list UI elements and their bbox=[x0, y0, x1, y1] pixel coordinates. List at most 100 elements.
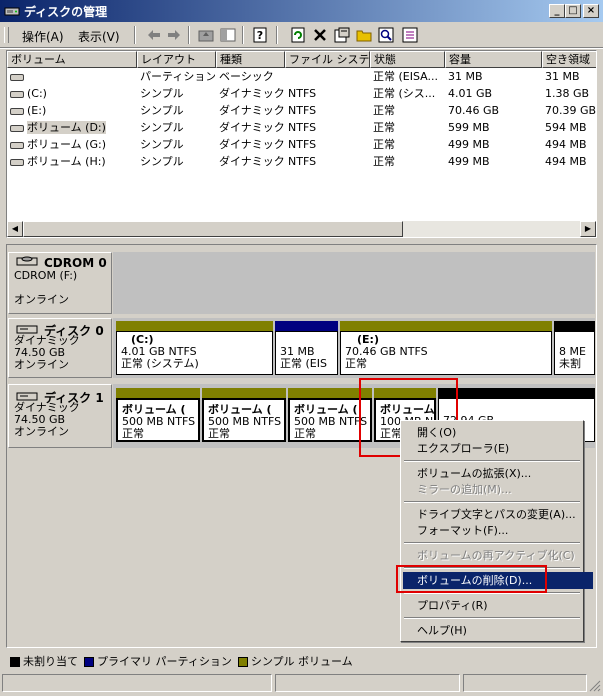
table-row[interactable]: パーティション ベーシック 正常 (EISA... 31 MB 31 MB bbox=[7, 68, 596, 85]
legend-primary: プライマリ パーティション bbox=[84, 653, 232, 669]
volume-type: ダイナミック bbox=[219, 87, 284, 100]
disk-management-icon bbox=[4, 7, 20, 16]
show-hide-console-button[interactable] bbox=[218, 26, 238, 44]
menu-item-properties[interactable]: プロパティ(R) bbox=[417, 597, 488, 614]
volume-list[interactable]: ボリューム レイアウト 種類 ファイル システム 状態 容量 空き領域 パーティ… bbox=[6, 50, 597, 238]
volume-name-text: ボリューム (D:) bbox=[27, 121, 106, 134]
volume-layout: シンプル bbox=[140, 104, 184, 117]
settings-list-icon bbox=[402, 27, 418, 43]
resize-grip-icon[interactable] bbox=[589, 680, 601, 692]
context-menu: 開く(O) エクスプローラ(E) ボリュームの拡張(X)... ミラーの追加(M… bbox=[400, 420, 593, 642]
menu-item-extend-volume[interactable]: ボリュームの拡張(X)... bbox=[417, 465, 531, 482]
column-header-capacity[interactable]: 容量 bbox=[445, 51, 542, 68]
forward-button[interactable] bbox=[164, 26, 184, 44]
volume-type: ダイナミック bbox=[219, 138, 284, 151]
cdrom-state: オンライン bbox=[14, 293, 69, 306]
close-button[interactable]: × bbox=[583, 4, 599, 18]
volume-layout: シンプル bbox=[140, 87, 184, 100]
volume-filesystem: NTFS bbox=[288, 104, 317, 117]
delete-button[interactable] bbox=[310, 26, 330, 44]
toolbar-separator bbox=[188, 26, 190, 44]
toolbar-divider bbox=[0, 47, 603, 49]
volume-status: 正常 bbox=[373, 121, 395, 134]
disk-0-partition-e[interactable]: (E:) 70.46 GB NTFS 正常 bbox=[340, 321, 552, 377]
legend-label: プライマリ パーティション bbox=[97, 655, 232, 668]
menu-action[interactable]: 操作(A) bbox=[22, 28, 64, 45]
menu-grip bbox=[4, 27, 9, 43]
volume-layout: シンプル bbox=[140, 155, 184, 168]
properties-icon bbox=[334, 27, 350, 43]
partition-type-bar bbox=[438, 388, 595, 398]
volume-filesystem bbox=[288, 68, 369, 85]
partition-size: 500 MB NTFS bbox=[208, 416, 282, 428]
partition-type-bar bbox=[116, 321, 273, 331]
legend-label: 未割り当て bbox=[23, 655, 78, 668]
back-button[interactable] bbox=[144, 26, 164, 44]
table-row[interactable]: ボリューム (G:) シンプル ダイナミック NTFS 正常 499 MB 494 MB bbox=[7, 136, 596, 153]
partition-title: (C:) bbox=[131, 334, 154, 346]
column-header-free[interactable]: 空き領域 bbox=[542, 51, 596, 68]
volume-type: ダイナミック bbox=[219, 104, 284, 117]
menu-separator bbox=[404, 617, 580, 619]
partition-status: 正常 (システム) bbox=[121, 358, 199, 370]
partition-type-bar bbox=[275, 321, 338, 331]
partition-title: (E:) bbox=[357, 334, 379, 346]
scroll-left-button[interactable]: ◀ bbox=[7, 221, 23, 237]
volume-type: ダイナミック bbox=[219, 155, 284, 168]
partition-size: 8 ME bbox=[559, 346, 586, 358]
legend-label: シンプル ボリューム bbox=[250, 655, 353, 668]
volume-name: ボリューム (G:) bbox=[10, 136, 136, 153]
status-pane-1 bbox=[2, 674, 272, 692]
volume-free: 31 MB bbox=[545, 70, 580, 83]
menu-view[interactable]: 表示(V) bbox=[78, 28, 120, 45]
horizontal-scrollbar[interactable]: ◀ ▶ bbox=[7, 221, 596, 237]
menu-item-change-drive-letter[interactable]: ドライブ文字とパスの変更(A)... bbox=[417, 506, 576, 523]
svg-text:?: ? bbox=[257, 29, 263, 42]
disk-1-volume-2[interactable]: ボリューム ( 500 MB NTFS 正常 bbox=[202, 388, 286, 444]
column-header-filesystem[interactable]: ファイル システム bbox=[285, 51, 370, 68]
volume-type: ベーシック bbox=[219, 70, 274, 83]
column-header-volume[interactable]: ボリューム bbox=[7, 51, 137, 68]
cdrom-media-area bbox=[113, 252, 595, 314]
volume-name-text: ボリューム (G:) bbox=[27, 138, 106, 151]
menu-item-add-mirror: ミラーの追加(M)... bbox=[417, 483, 512, 496]
column-header-type[interactable]: 種類 bbox=[216, 51, 285, 68]
table-row[interactable]: (C:) シンプル ダイナミック NTFS 正常 (シス... 4.01 GB 1.38 G… bbox=[7, 85, 596, 102]
menu-item-reactivate: ボリュームの再アクティブ化(C) bbox=[417, 549, 575, 562]
volume-type: ダイナミック bbox=[219, 121, 284, 134]
maximize-button[interactable]: □ bbox=[565, 4, 581, 18]
table-row[interactable]: ボリューム (D:) シンプル ダイナミック NTFS 正常 599 MB 594 MB bbox=[7, 119, 596, 136]
minimize-button[interactable]: _ bbox=[549, 4, 565, 18]
help-button[interactable]: ? bbox=[250, 26, 270, 44]
up-button[interactable] bbox=[196, 26, 216, 44]
volume-capacity: 499 MB bbox=[448, 155, 490, 168]
menu-item-explore[interactable]: エクスプローラ(E) bbox=[417, 440, 509, 457]
open-button[interactable] bbox=[354, 26, 374, 44]
properties-button[interactable] bbox=[332, 26, 352, 44]
table-row[interactable]: (E:) シンプル ダイナミック NTFS 正常 70.46 GB 70.39 GB bbox=[7, 102, 596, 119]
menu-item-format[interactable]: フォーマット(F)... bbox=[417, 522, 508, 539]
legend-simple: シンプル ボリューム bbox=[237, 653, 353, 669]
settings-button[interactable] bbox=[400, 26, 420, 44]
disk-0-unallocated[interactable]: 8 ME 未割 bbox=[554, 321, 595, 377]
partition-status: 正常 bbox=[208, 428, 230, 440]
column-header-layout[interactable]: レイアウト bbox=[137, 51, 216, 68]
help-icon: ? bbox=[253, 27, 267, 43]
scroll-right-button[interactable]: ▶ bbox=[580, 221, 596, 237]
volume-capacity: 599 MB bbox=[448, 121, 490, 134]
search-button[interactable] bbox=[376, 26, 396, 44]
disk-0-partition-c[interactable]: (C:) 4.01 GB NTFS 正常 (システム) bbox=[116, 321, 273, 377]
menu-item-open[interactable]: 開く(O) bbox=[417, 424, 456, 441]
forward-arrow-icon bbox=[168, 30, 180, 40]
disk-1-volume-1[interactable]: ボリューム ( 500 MB NTFS 正常 bbox=[116, 388, 200, 444]
column-header-status[interactable]: 状態 bbox=[370, 51, 445, 68]
table-row[interactable]: ボリューム (H:) シンプル ダイナミック NTFS 正常 499 MB 494 MB bbox=[7, 153, 596, 170]
partition-size: 500 MB NTFS bbox=[294, 416, 368, 428]
partition-status: 正常 (EIS bbox=[280, 358, 327, 370]
scroll-thumb[interactable] bbox=[23, 221, 403, 237]
disk-0-partition-eisa[interactable]: 31 MB 正常 (EIS bbox=[275, 321, 338, 377]
volume-capacity: 31 MB bbox=[448, 70, 483, 83]
menu-item-help[interactable]: ヘルプ(H) bbox=[417, 622, 467, 639]
refresh-button[interactable] bbox=[288, 26, 308, 44]
volume-free: 494 MB bbox=[545, 155, 587, 168]
